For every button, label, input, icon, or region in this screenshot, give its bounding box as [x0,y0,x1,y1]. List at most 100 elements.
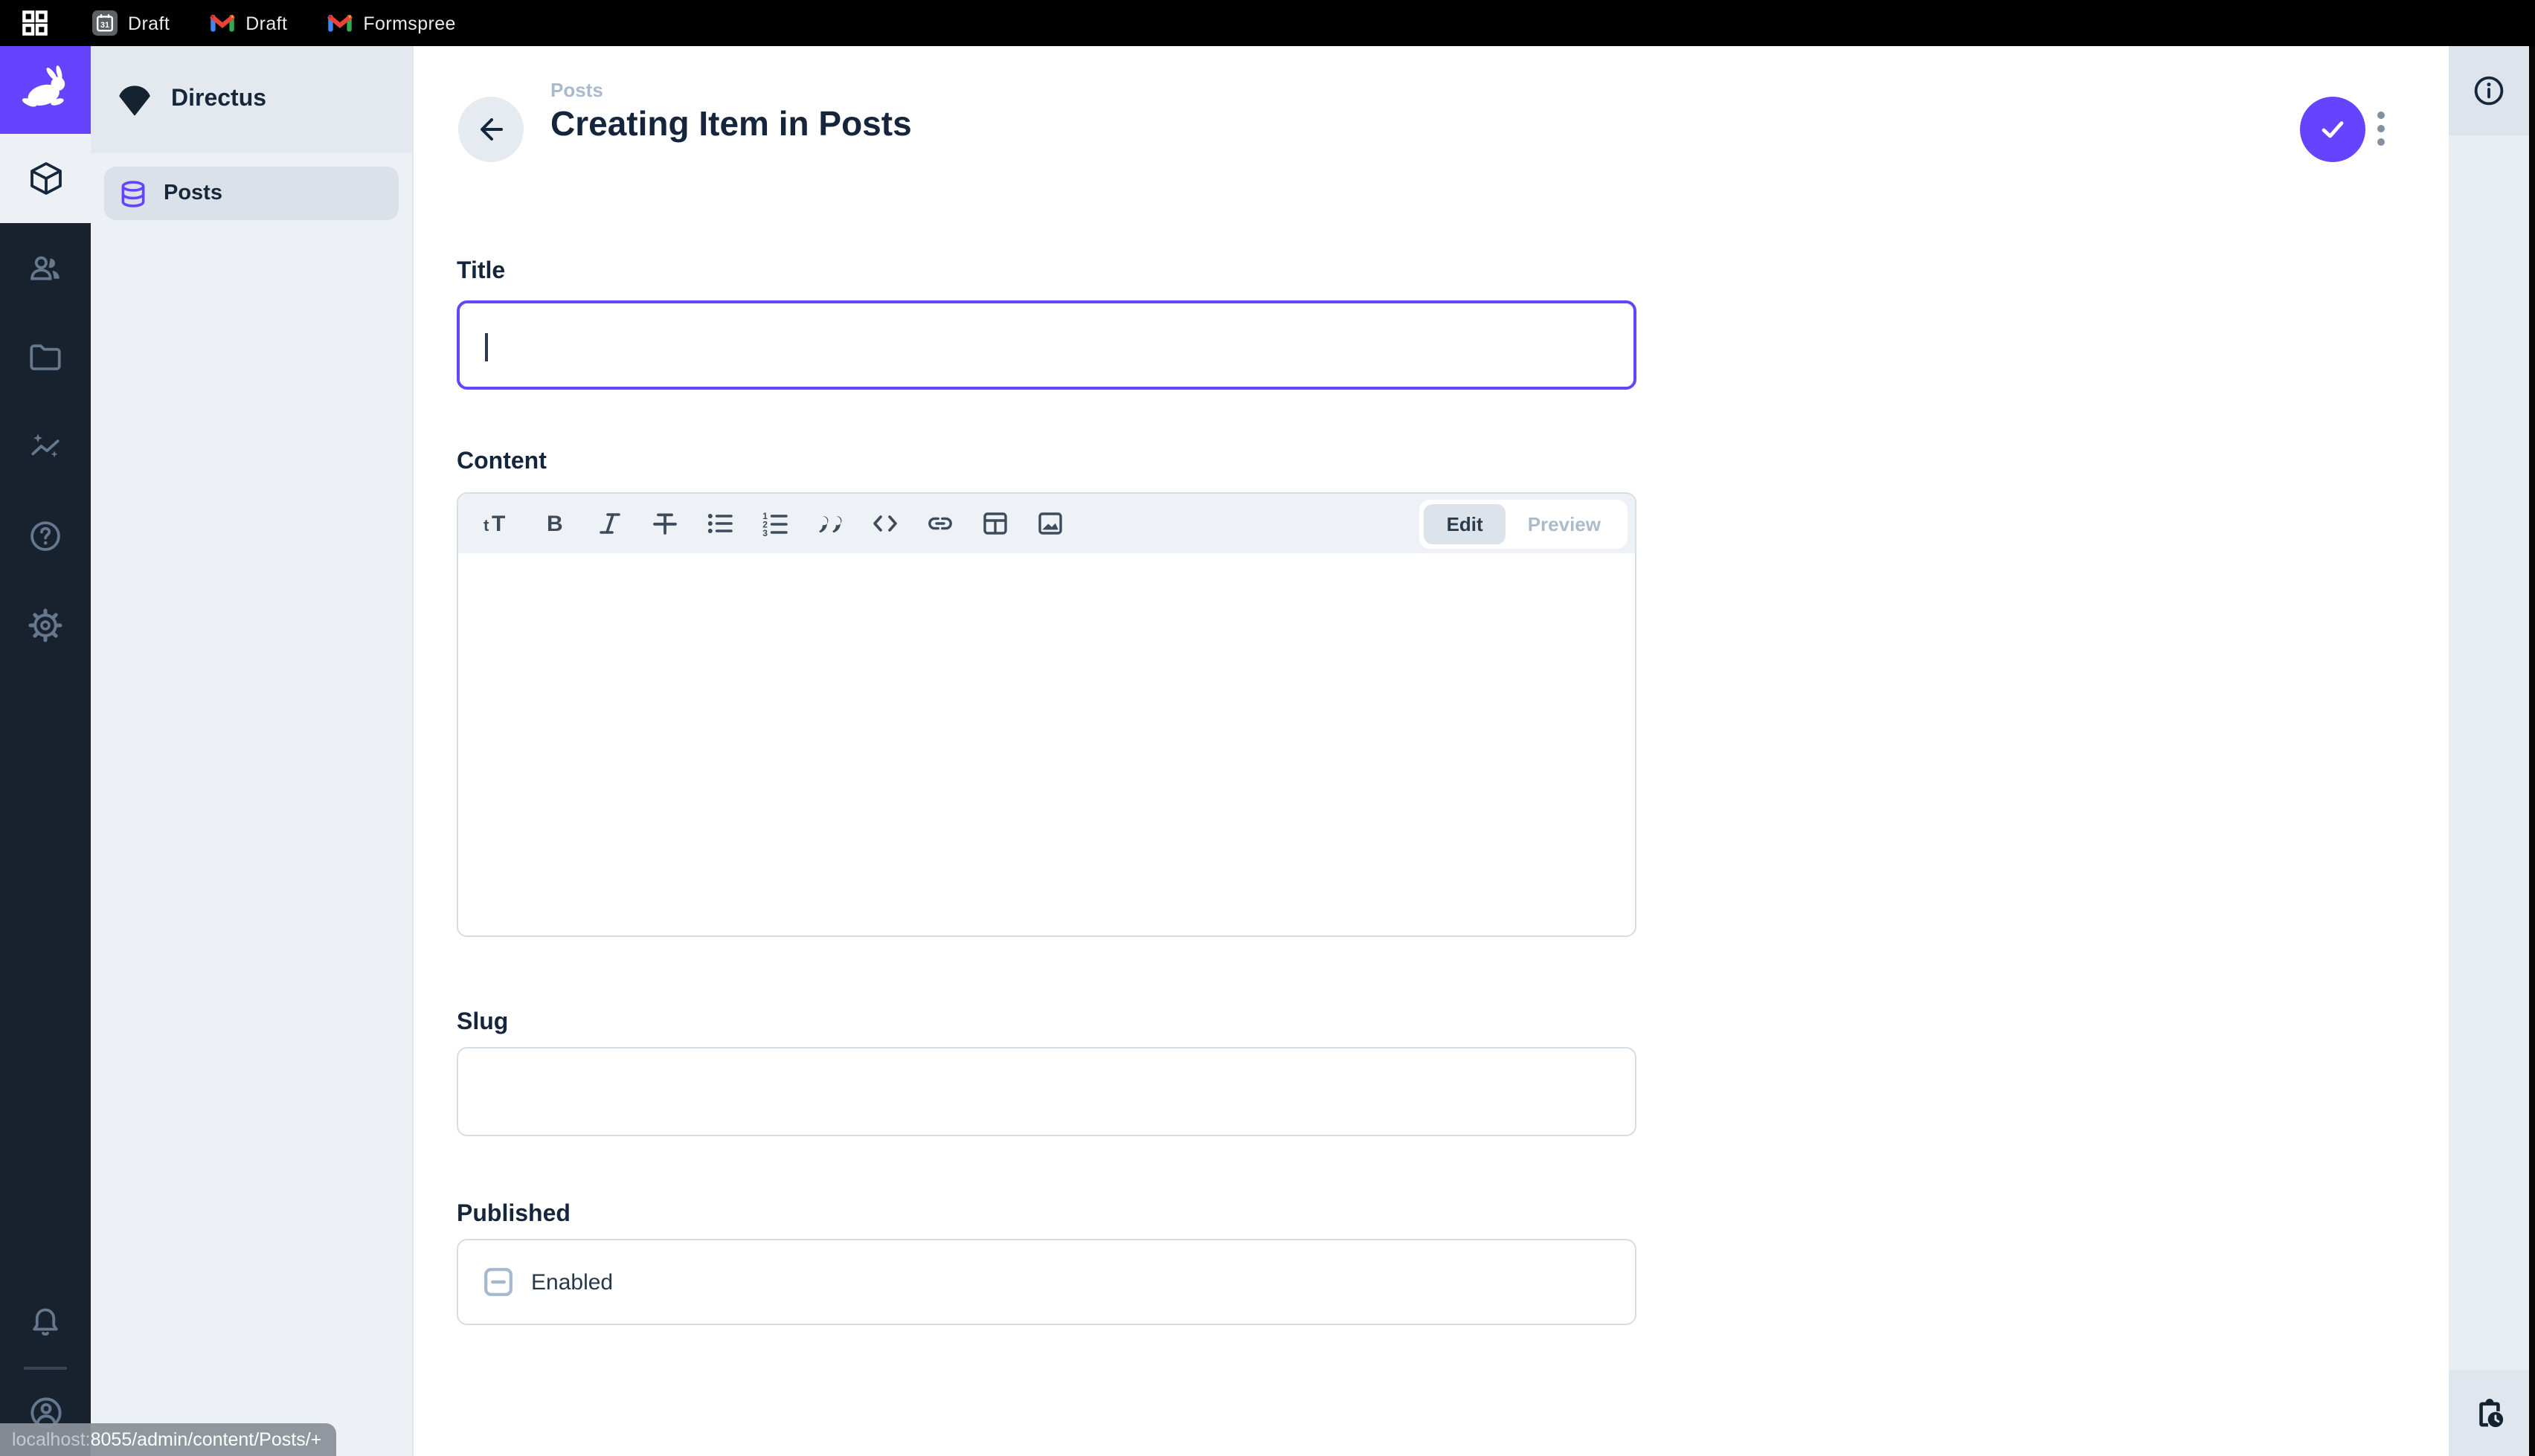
table-button[interactable] [967,498,1022,549]
image-icon [1035,509,1064,538]
blockquote-icon [815,509,844,538]
revisions-sidebar-button[interactable] [2449,1370,2529,1456]
nav-sidebar: Directus Posts [91,46,414,1456]
module-help-button[interactable] [0,491,91,580]
clipboard-clock-icon [2470,1394,2507,1431]
slug-input-wrap [457,1047,1636,1136]
bookmark-label: Draft [128,13,170,33]
tab-preview[interactable]: Preview [1506,503,1623,544]
status-host: localhost: [12,1429,91,1450]
code-button[interactable] [857,498,912,549]
check-icon [2316,113,2349,146]
bookmarks: 31 Draft Draft [92,10,456,36]
apps-grid-icon[interactable] [22,10,48,36]
strikethrough-icon [649,509,679,538]
notifications-button[interactable] [0,1278,91,1367]
gmail-icon [210,13,235,33]
right-sidebar [2449,46,2529,1456]
module-settings-button[interactable] [0,580,91,669]
directus-logo[interactable] [0,46,91,134]
checkbox-indeterminate-icon[interactable] [483,1267,513,1297]
nav-item-label: Posts [164,181,222,205]
code-icon [870,509,899,538]
rabbit-icon [16,60,75,120]
blockquote-button[interactable] [802,498,857,549]
users-icon [27,249,64,286]
text-size-button[interactable]: t T [472,498,527,549]
breadcrumb[interactable]: Posts [550,79,603,101]
checkbox-label: Enabled [531,1269,613,1295]
bookmark-label: Draft [245,13,287,33]
italic-icon [594,509,624,538]
content-field: Content [457,449,1636,476]
editor-body[interactable] [458,553,1635,937]
bookmark-label: Formspree [363,13,455,33]
content-label: Content [457,449,1636,476]
box-icon [26,159,65,198]
title-input-wrap [457,300,1636,390]
published-label: Published [457,1202,1636,1228]
svg-text:B: B [546,512,562,536]
svg-text:t: t [483,516,489,535]
title-field: Title [457,259,1636,286]
module-files-button[interactable] [0,312,91,402]
bookmark-draft-calendar[interactable]: 31 Draft [92,10,170,36]
status-url-bubble: localhost:8055/admin/content/Posts/+ [0,1423,336,1456]
bookmark-draft-gmail[interactable]: Draft [210,13,287,33]
title-label: Title [457,259,1636,286]
bookmark-formspree[interactable]: Formspree [327,13,455,33]
content-editor[interactable]: t T B [457,492,1636,937]
published-field: Published [457,1202,1636,1228]
slug-input[interactable] [457,1047,1636,1136]
save-button[interactable] [2300,97,2365,162]
published-checkbox-row[interactable]: Enabled [457,1239,1636,1325]
module-insights-button[interactable] [0,402,91,491]
info-icon [2471,73,2507,109]
module-content-button[interactable] [0,134,91,223]
bulleted-list-icon [704,509,734,538]
window-edge [2529,46,2535,1456]
bell-icon [27,1304,64,1341]
more-options-button[interactable] [2377,112,2385,146]
bold-icon: B [539,509,569,538]
text-size-icon: t T [483,509,515,538]
svg-text:31: 31 [100,21,109,30]
text-caret [485,333,487,361]
strikethrough-button[interactable] [637,498,692,549]
italic-button[interactable] [582,498,637,549]
bulleted-list-button[interactable] [692,498,747,549]
page-title: Creating Item in Posts [550,104,912,144]
database-icon [118,178,149,209]
module-users-button[interactable] [0,223,91,312]
editor-mode-tabs: Edit Preview [1420,499,1628,548]
folder-icon [27,338,64,376]
browser-bookmarks-bar: 31 Draft Draft [0,0,2535,46]
numbered-list-button[interactable]: 123 [747,498,802,549]
tab-edit[interactable]: Edit [1424,503,1506,544]
right-sidebar-body [2449,135,2529,1370]
numbered-list-icon: 123 [759,509,789,538]
table-icon [980,509,1009,538]
insights-icon [27,428,64,465]
nav-item-posts[interactable]: Posts [104,167,399,220]
project-name: Directus [171,86,266,113]
svg-text:3: 3 [762,528,767,538]
image-button[interactable] [1022,498,1077,549]
status-path: 8055/admin/content/Posts/+ [91,1429,322,1450]
module-bar [0,46,91,1456]
slug-label: Slug [457,1010,1636,1037]
gear-icon [27,606,64,643]
help-icon [27,517,64,554]
slug-field: Slug [457,1010,1636,1037]
svg-text:T: T [492,512,505,536]
link-button[interactable] [912,498,967,549]
project-switcher[interactable]: Directus [91,46,412,153]
back-button[interactable] [458,97,524,162]
title-input[interactable] [457,300,1636,390]
info-sidebar-button[interactable] [2449,46,2529,135]
arrow-left-icon [475,113,507,146]
calendar-31-icon: 31 [92,10,118,36]
editor-toolbar: t T B [458,494,1635,553]
main-content: Posts Creating Item in Posts Title Conte… [414,46,2449,1456]
bold-button[interactable]: B [527,498,582,549]
